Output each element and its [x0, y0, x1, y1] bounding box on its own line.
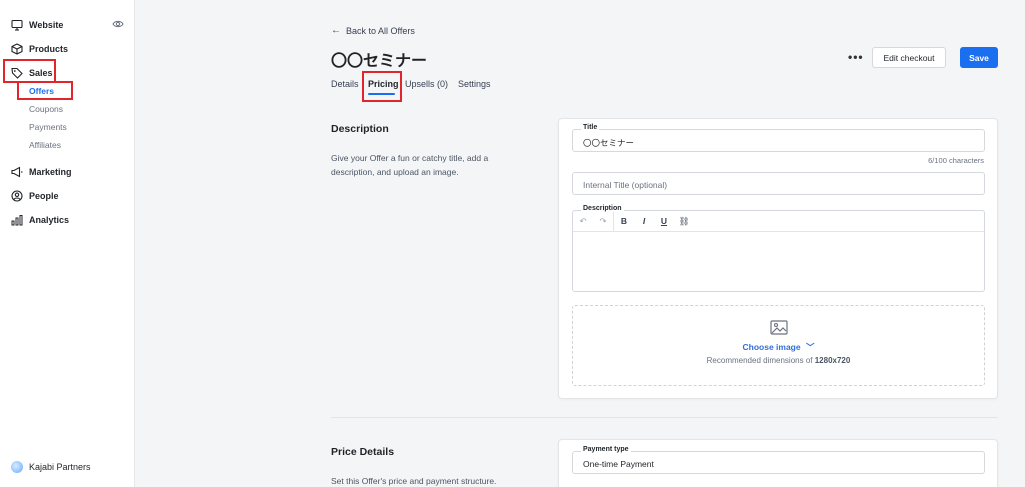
- tab-settings[interactable]: Settings: [458, 79, 491, 89]
- redo-icon[interactable]: ↷: [593, 211, 613, 232]
- description-card: Title 〇〇セミナー 6/100 characters Internal T…: [558, 118, 998, 399]
- page-title: 〇〇セミナー: [331, 53, 428, 70]
- sidebar-item-label: Marketing: [29, 167, 72, 177]
- image-icon: [769, 320, 788, 335]
- title-field[interactable]: Title 〇〇セミナー: [572, 124, 985, 152]
- bar-chart-icon: [11, 214, 23, 226]
- sidebar-item-label: Analytics: [29, 215, 70, 225]
- sidebar-item-products[interactable]: Products: [11, 41, 68, 57]
- description-section-desc: Give your Offer a fun or catchy title, a…: [331, 153, 489, 177]
- sidebar-subitem-affiliates[interactable]: Affiliates: [29, 140, 61, 150]
- section-divider: [331, 417, 998, 418]
- partners-label: Kajabi Partners: [29, 462, 91, 472]
- back-link[interactable]: ← Back to All Offers: [331, 25, 415, 36]
- sidebar-item-label: People: [29, 191, 59, 201]
- italic-button[interactable]: I: [634, 211, 654, 232]
- internal-title-placeholder: Internal Title (optional): [583, 180, 668, 190]
- link-icon[interactable]: ⛓: [674, 211, 694, 232]
- description-label: Description: [581, 205, 624, 212]
- megaphone-icon: [11, 166, 23, 178]
- underline-button[interactable]: U: [654, 211, 674, 232]
- tab-pricing[interactable]: Pricing: [368, 79, 399, 89]
- recommended-prefix: Recommended dimensions of: [706, 356, 813, 365]
- char-count: 6/100 characters: [928, 156, 984, 165]
- payment-type-label: Payment type: [581, 446, 631, 453]
- image-upload-area[interactable]: Choose image ﹀ Recommended dimensions of…: [572, 305, 985, 386]
- monitor-icon: [11, 19, 23, 31]
- price-section-desc: Set this Offer's price and payment struc…: [331, 476, 497, 486]
- tab-details[interactable]: Details: [331, 79, 359, 89]
- internal-title-input[interactable]: Internal Title (optional): [572, 172, 985, 195]
- recommended-size: 1280x720: [814, 356, 851, 365]
- sidebar-item-website[interactable]: Website: [11, 17, 63, 33]
- back-label: Back to All Offers: [346, 25, 415, 36]
- highlight-box-sales: [3, 59, 56, 83]
- title-field-label: Title: [581, 124, 600, 131]
- sidebar-item-label: Website: [29, 20, 64, 30]
- tab-upsells[interactable]: Upsells (0): [405, 79, 448, 89]
- payment-type-select[interactable]: Payment type One-time Payment: [572, 446, 985, 474]
- sidebar-item-marketing[interactable]: Marketing: [11, 164, 72, 180]
- sidebar-subitem-payments[interactable]: Payments: [29, 122, 67, 132]
- more-options-button[interactable]: •••: [848, 50, 864, 64]
- save-button[interactable]: Save: [960, 47, 998, 68]
- price-card: Payment type One-time Payment: [558, 439, 998, 487]
- chevron-down-icon: ﹀: [805, 342, 815, 352]
- payment-type-value: One-time Payment: [583, 459, 654, 469]
- person-circle-icon: [11, 190, 23, 202]
- active-tab-indicator: [368, 93, 395, 95]
- sidebar-item-people[interactable]: People: [11, 188, 59, 204]
- bold-button[interactable]: B: [614, 211, 634, 232]
- edit-checkout-button[interactable]: Edit checkout: [872, 47, 946, 68]
- choose-image-button[interactable]: Choose image ﹀: [573, 341, 984, 353]
- undo-icon[interactable]: ↶: [573, 211, 593, 232]
- kajabi-partners-link[interactable]: Kajabi Partners: [11, 461, 91, 473]
- highlight-box-offers: [17, 81, 73, 100]
- choose-image-label: Choose image: [742, 342, 801, 352]
- editor-toolbar: ↶ ↷ B I U ⛓: [573, 210, 984, 232]
- box-icon: [11, 43, 23, 55]
- arrow-left-icon: ←: [331, 25, 341, 36]
- sidebar-item-label: Products: [29, 44, 69, 54]
- kajabi-logo-icon: [11, 461, 23, 473]
- recommended-dimensions: Recommended dimensions of 1280x720: [573, 356, 984, 365]
- description-section-title: Description: [331, 123, 389, 135]
- eye-icon[interactable]: [112, 19, 124, 29]
- description-editor[interactable]: Description ↶ ↷ B I U ⛓: [572, 205, 985, 292]
- sidebar-subitem-coupons[interactable]: Coupons: [29, 104, 63, 114]
- price-section-title: Price Details: [331, 446, 395, 458]
- sidebar-item-analytics[interactable]: Analytics: [11, 212, 69, 228]
- title-field-value: 〇〇セミナー: [583, 138, 635, 148]
